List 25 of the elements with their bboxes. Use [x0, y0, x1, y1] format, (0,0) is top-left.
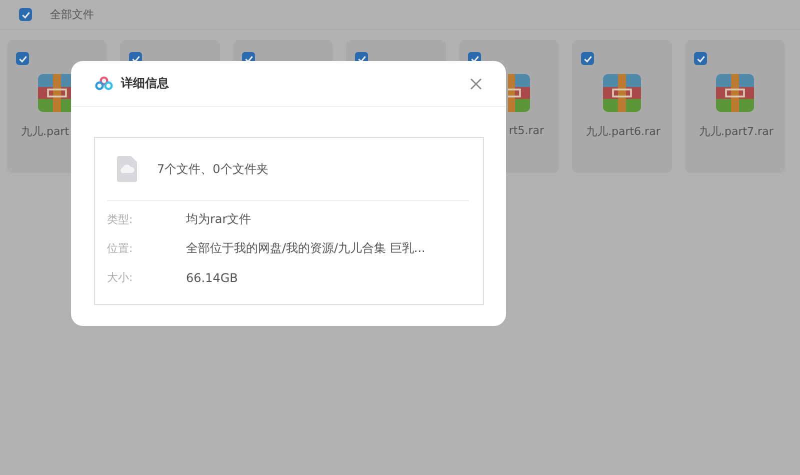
file-card[interactable]: 九儿.part7.rar: [685, 40, 785, 173]
all-files-label: 全部文件: [50, 7, 94, 22]
close-icon: [470, 78, 482, 90]
selection-summary: 7个文件、0个文件夹: [157, 160, 268, 178]
property-label: 类型:: [107, 212, 134, 227]
file-name: 九儿.part7.rar: [699, 124, 774, 139]
file-card[interactable]: 九儿.part6.rar: [572, 40, 672, 173]
close-button[interactable]: [468, 76, 484, 92]
file-checkbox[interactable]: [16, 52, 29, 65]
archive-icon: [603, 74, 641, 112]
cloud-file-icon: [117, 156, 137, 182]
archive-icon: [716, 74, 754, 112]
file-checkbox[interactable]: [694, 52, 707, 65]
property-value: 均为rar文件: [186, 211, 252, 228]
property-label: 位置:: [107, 241, 134, 256]
cloud-logo-icon: [95, 76, 113, 91]
file-name: 九儿.part: [21, 124, 70, 139]
file-checkbox[interactable]: [581, 52, 594, 65]
select-all-checkbox[interactable]: [19, 8, 32, 21]
property-value: 66.14GB: [186, 270, 238, 284]
property-value: 全部位于我的网盘/我的资源/九儿合集 巨乳...: [186, 240, 426, 257]
property-label: 大小:: [107, 270, 134, 285]
dialog-title: 详细信息: [121, 75, 169, 92]
file-name: rt5.rar: [508, 124, 544, 137]
file-name: 九儿.part6.rar: [586, 124, 660, 139]
